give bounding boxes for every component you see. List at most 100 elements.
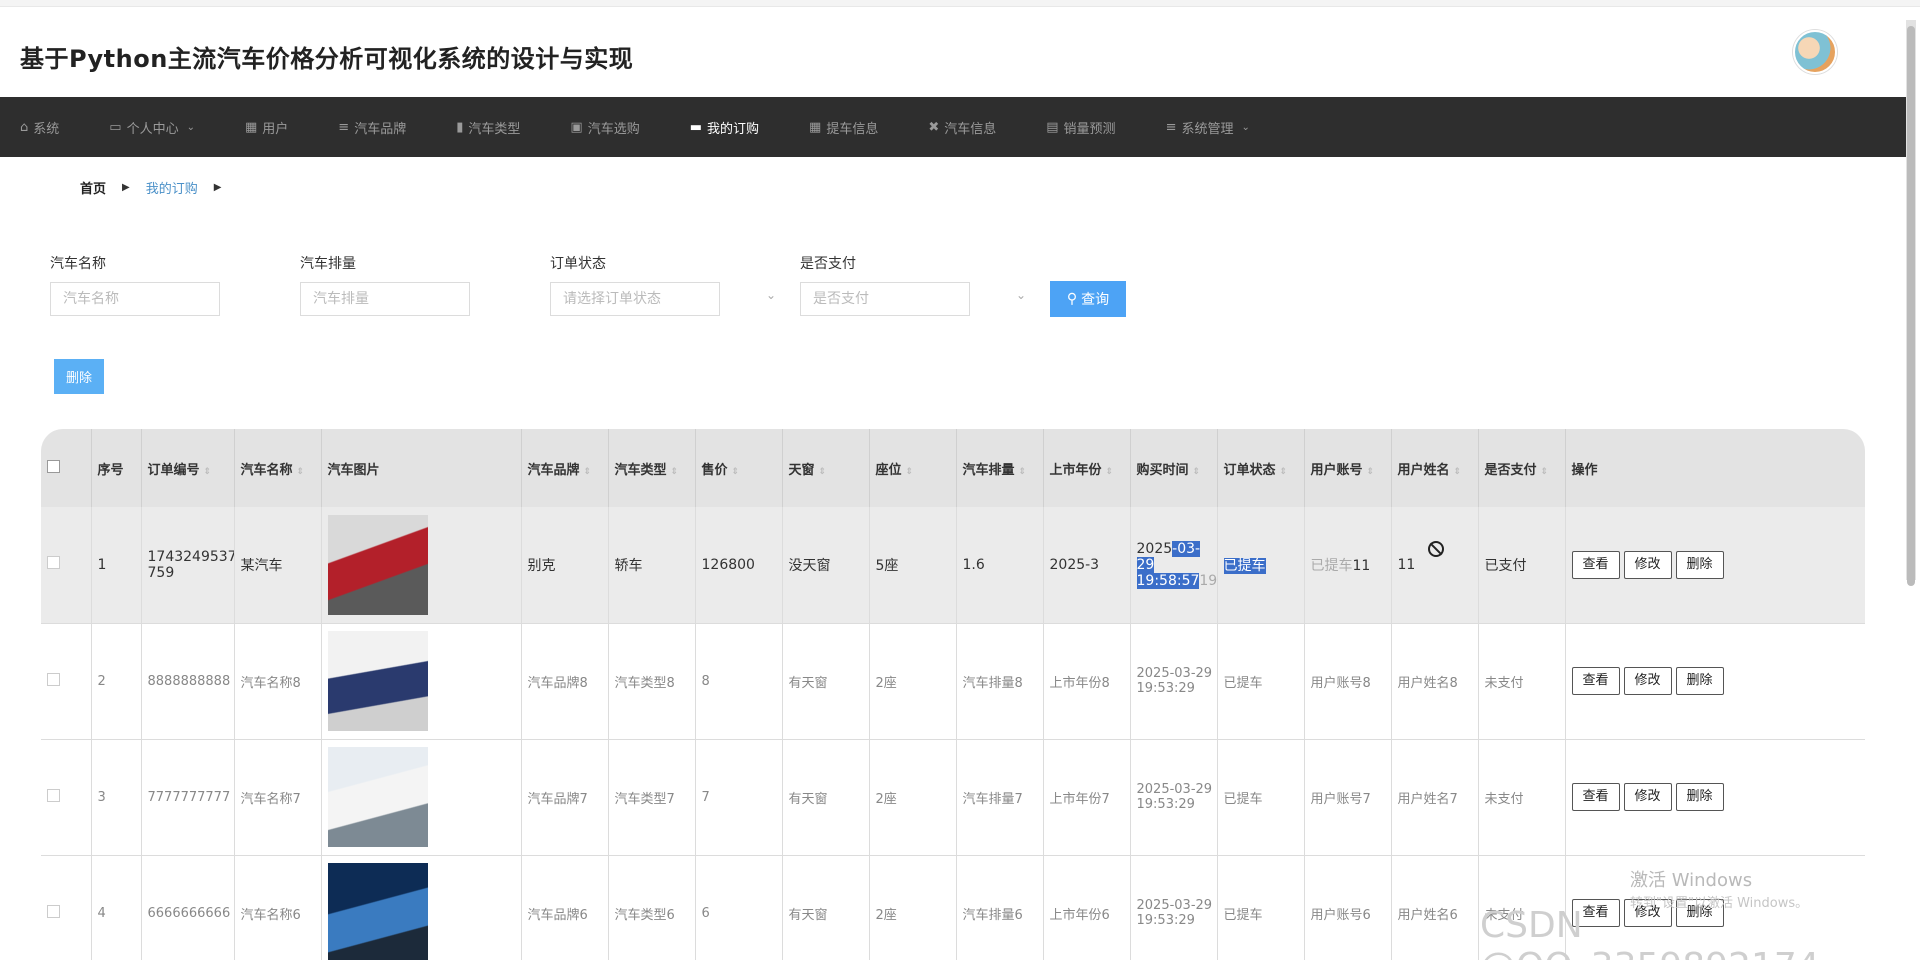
column-header[interactable]: 汽车类型 ⇕ [608,429,696,507]
order-status-drag-ghost: 已提车 [1310,557,1353,574]
order-status-select[interactable]: 请选择订单状态 [550,282,720,316]
type-cell: 汽车类型7 [608,739,696,856]
edit-button[interactable]: 修改 [1623,667,1672,695]
view-button[interactable]: 查看 [1571,550,1620,579]
delete-button[interactable]: 删除 [1675,783,1724,811]
table-row[interactable]: 1 1743249537 759 某汽车 别克 轿车 126800 没天窗 5座 1.6 2025-… [41,507,1865,624]
column-header[interactable]: 售价 ⇕ [695,429,783,507]
row-checkbox[interactable] [47,904,60,918]
row-checkbox[interactable] [47,556,60,570]
scrollbar-thumb[interactable] [1907,26,1915,586]
select-all-checkbox[interactable] [47,459,60,473]
column-header[interactable]: 座位 ⇕ [869,429,957,507]
sort-icon[interactable]: ⇕ [1367,467,1375,477]
nav-item-label: 销量预测 [1063,121,1116,137]
nav-item-1[interactable]: ▭ 个人中心 ⌄ [59,97,195,157]
column-header[interactable]: 天窗 ⇕ [782,429,870,507]
nav-item-label: 我的订购 [707,121,760,137]
sort-icon[interactable]: ⇕ [1280,467,1288,477]
column-header[interactable]: 汽车图片 [321,429,522,507]
nav-item-6[interactable]: ▬ 我的订购 [640,97,759,157]
column-header[interactable]: 汽车品牌 ⇕ [521,429,609,507]
order-no-cell: 1743249537 759 [141,507,235,624]
column-header[interactable]: 购买时间 ⇕ [1130,429,1218,507]
column-header[interactable]: 序号 [91,429,142,507]
row-checkbox[interactable] [47,672,60,686]
year-cell: 上市年份7 [1043,739,1131,856]
column-header[interactable]: 汽车排量 ⇕ [956,429,1044,507]
nav-item-2[interactable]: ▦ 用户 [195,97,288,157]
sort-icon[interactable]: ⇕ [732,467,740,477]
delete-button[interactable]: 删除 [1675,667,1724,695]
nav-item-4[interactable]: ▮ 汽车类型 [406,97,520,157]
sort-icon[interactable]: ⇕ [1106,467,1114,477]
purchase-date: 2025-03-29 [1136,898,1213,913]
sort-icon[interactable]: ⇕ [1541,467,1549,477]
car-name: 汽车名称8 [240,675,301,691]
column-header[interactable]: 用户姓名 ⇕ [1391,429,1479,507]
nav-item-7[interactable]: ▦ 提车信息 [759,97,878,157]
row-checkbox[interactable] [47,788,60,802]
car-name-input[interactable]: 汽车名称 [50,282,220,316]
nav-item-label: 系统管理 [1181,121,1234,137]
paid-select[interactable]: 是否支付 [800,282,970,316]
price-cell: 8 [695,623,783,740]
sort-icon[interactable]: ⇕ [819,467,827,477]
sort-icon[interactable]: ⇕ [671,467,679,477]
column-header[interactable]: 是否支付 ⇕ [1478,429,1566,507]
list-icon: ≡ [1165,119,1177,135]
edit-button[interactable]: 修改 [1623,783,1672,811]
payment-status: 已支付 [1484,557,1527,574]
purchase-time-cell: 2025-03-29 19:53:29 [1130,855,1218,960]
car-image[interactable] [327,514,428,615]
column-header[interactable]: 上市年份 ⇕ [1043,429,1131,507]
row-index: 2 [97,673,106,689]
nav-item-9[interactable]: ▤ 销量预测 [996,97,1115,157]
order-number: 759 [147,564,175,581]
displacement-label: 汽车排量 [300,256,356,272]
displacement-input[interactable]: 汽车排量 [300,282,470,316]
car-brand: 别克 [527,557,556,574]
car-image[interactable] [327,631,428,731]
avatar[interactable] [1793,30,1837,74]
purchase-time: 19:53:29 [1136,797,1195,812]
purchase-time: 19:53:29 [1136,681,1195,696]
breadcrumb-current[interactable]: 我的订购 [146,178,198,197]
nav-item-8[interactable]: ✖ 汽车信息 [878,97,996,157]
car-image[interactable] [327,747,428,847]
nav-item-5[interactable]: ▣ 汽车选购 [520,97,639,157]
type-cell: 汽车类型8 [608,623,696,740]
sort-icon[interactable]: ⇕ [204,467,212,477]
nav-item-3[interactable]: ≡ 汽车品牌 [288,97,406,157]
car-image[interactable] [327,863,428,960]
table-row[interactable]: 3 7777777777 汽车名称7 汽车品牌7 汽车类型7 7 有天窗 2座 汽车排量7 上市年… [41,739,1865,856]
row-checkbox-cell [41,507,92,624]
breadcrumb-home[interactable]: 首页 [80,178,106,197]
sort-icon[interactable]: ⇕ [1454,467,1462,477]
column-header[interactable]: 汽车名称 ⇕ [234,429,322,507]
sort-icon[interactable]: ⇕ [584,467,592,477]
column-header[interactable]: 订单状态 ⇕ [1217,429,1305,507]
column-header[interactable]: 订单编号 ⇕ [141,429,235,507]
delete-button[interactable]: 删除 [1675,550,1724,579]
table-header-row: 序号 订单编号 ⇕ 汽车名称 ⇕ 汽车图片 汽车品牌 ⇕ 汽车类型 ⇕ 售价 ⇕ 天窗 ⇕ 座位 ⇕ 汽车排量 ⇕… [41,429,1865,507]
sort-icon[interactable]: ⇕ [1193,467,1201,477]
edit-button[interactable]: 修改 [1623,550,1672,579]
nav-item-10[interactable]: ≡ 系统管理 ⌄ [1116,97,1250,157]
payment-status: 未支付 [1484,675,1524,691]
actions-cell: 查看 修改 删除 [1565,507,1865,624]
price: 6 [701,905,710,921]
view-button[interactable]: 查看 [1571,783,1620,811]
batch-delete-button[interactable]: 删除 [54,359,104,394]
nav-item-0[interactable]: ⌂ 系统 [0,97,59,157]
column-header[interactable]: 用户账号 ⇕ [1304,429,1392,507]
nav-item-label: 提车信息 [826,121,879,137]
car-image-cell [321,739,522,856]
query-button[interactable]: ⚲ 查询 [1050,281,1126,317]
view-button[interactable]: 查看 [1571,667,1620,695]
table-row[interactable]: 2 8888888888 汽车名称8 汽车品牌8 汽车类型8 8 有天窗 2座 汽车排量8 上市年… [41,623,1865,740]
column-header[interactable]: 操作 [1565,429,1865,507]
sort-icon[interactable]: ⇕ [1019,467,1027,477]
sort-icon[interactable]: ⇕ [297,467,305,477]
sort-icon[interactable]: ⇕ [906,467,914,477]
